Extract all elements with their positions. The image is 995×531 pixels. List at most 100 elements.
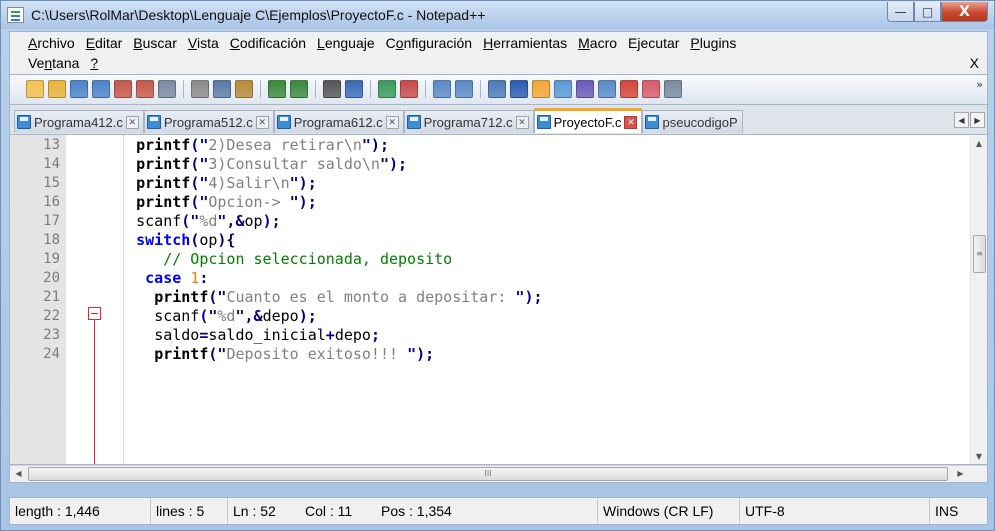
line-number: 24 bbox=[43, 346, 60, 362]
scroll-down-button[interactable]: ▼ bbox=[971, 448, 987, 464]
menu-bar: Archivo Editar Buscar Vista Codificación Leng… bbox=[9, 31, 988, 75]
tab-close-icon[interactable]: ✕ bbox=[255, 115, 269, 129]
tab-close-icon[interactable]: ✕ bbox=[515, 115, 529, 129]
tab-close-icon[interactable]: ✕ bbox=[385, 115, 399, 129]
tab-programa412-c[interactable]: Programa412.c ✕ bbox=[14, 110, 144, 133]
tab-scroll-left-button[interactable]: ◀ bbox=[954, 112, 969, 128]
menu-buscar[interactable]: Buscar bbox=[133, 35, 177, 51]
menu-help[interactable]: ? bbox=[90, 55, 98, 71]
maximize-button[interactable]: □ bbox=[914, 2, 941, 22]
menu-archivo[interactable]: Archivo bbox=[28, 35, 75, 51]
code-token: : bbox=[199, 269, 209, 287]
function-list-icon[interactable] bbox=[598, 80, 616, 98]
menu-codificación[interactable]: Codificación bbox=[230, 35, 306, 51]
horizontal-scrollbar[interactable]: ◀ III ▶ bbox=[9, 465, 988, 483]
close-all-icon[interactable] bbox=[136, 80, 154, 98]
tab-pseucodigop[interactable]: pseucodigoP bbox=[642, 110, 743, 133]
show-all-chars-icon[interactable] bbox=[510, 80, 528, 98]
print-icon[interactable] bbox=[158, 80, 176, 98]
code-token: depo bbox=[262, 307, 299, 325]
tab-programa712-c[interactable]: Programa712.c ✕ bbox=[403, 110, 534, 133]
save-icon[interactable] bbox=[70, 80, 88, 98]
vertical-scroll-thumb[interactable]: ≡ bbox=[973, 235, 986, 273]
close-document-button[interactable]: X bbox=[970, 55, 979, 71]
menu-macro[interactable]: Macro bbox=[578, 35, 617, 51]
eye-icon[interactable] bbox=[664, 80, 682, 98]
menu-lenguaje[interactable]: Lenguaje bbox=[317, 35, 375, 51]
horizontal-scroll-thumb[interactable]: III bbox=[28, 467, 948, 481]
tab-programa512-c[interactable]: Programa512.c ✕ bbox=[143, 110, 274, 133]
close-icon[interactable] bbox=[114, 80, 132, 98]
find-icon[interactable] bbox=[323, 80, 341, 98]
menu-ejecutar[interactable]: Ejecutar bbox=[628, 35, 679, 51]
new-file-icon[interactable] bbox=[26, 80, 44, 98]
tab-scroll-right-button[interactable]: ▶ bbox=[970, 112, 985, 128]
window-controls: — □ X bbox=[887, 2, 988, 22]
sync-h-icon[interactable] bbox=[455, 80, 473, 98]
status-column: Col : 11 bbox=[305, 503, 353, 519]
code-token: + bbox=[325, 326, 335, 344]
code-token: ( bbox=[190, 231, 200, 249]
code-token: "); bbox=[407, 345, 435, 363]
paste-icon[interactable] bbox=[235, 80, 253, 98]
menu-ventana[interactable]: Ventana bbox=[28, 55, 79, 71]
indent-guide-icon[interactable] bbox=[532, 80, 550, 98]
vertical-scrollbar[interactable]: ▲ ≡ ▼ bbox=[970, 135, 987, 464]
code-line: 21 printf("Cuanto es el monto a deposita… bbox=[10, 288, 970, 307]
scroll-up-button[interactable]: ▲ bbox=[971, 135, 987, 152]
tab-programa612-c[interactable]: Programa612.c ✕ bbox=[273, 110, 404, 133]
code-token: printf bbox=[136, 155, 191, 173]
menu-vista[interactable]: Vista bbox=[188, 35, 219, 51]
copy-icon[interactable] bbox=[213, 80, 231, 98]
udl-icon[interactable] bbox=[554, 80, 572, 98]
doc-map-icon[interactable] bbox=[576, 80, 594, 98]
word-wrap-icon[interactable] bbox=[488, 80, 506, 98]
notepadpp-app-icon[interactable] bbox=[7, 7, 24, 23]
zoom-out-icon[interactable] bbox=[400, 80, 418, 98]
file-saved-icon bbox=[536, 115, 551, 129]
menu-configuración[interactable]: Configuración bbox=[386, 35, 472, 51]
scroll-left-button[interactable]: ◀ bbox=[10, 466, 27, 482]
close-window-button[interactable]: X bbox=[941, 2, 988, 22]
folder-workspace-icon[interactable] bbox=[620, 80, 638, 98]
zoom-in-icon[interactable] bbox=[378, 80, 396, 98]
tab-proyectof-c[interactable]: ProyectoF.c ✕ bbox=[533, 108, 643, 133]
menu-editar[interactable]: Editar bbox=[86, 35, 123, 51]
save-all-icon[interactable] bbox=[92, 80, 110, 98]
sync-v-icon[interactable] bbox=[433, 80, 451, 98]
tab-close-icon[interactable]: ✕ bbox=[125, 115, 139, 129]
monitor-icon[interactable] bbox=[642, 80, 660, 98]
menu-plugins[interactable]: Plugins bbox=[690, 35, 736, 51]
minimize-button[interactable]: — bbox=[887, 2, 914, 22]
code-line: 20 case 1: bbox=[10, 269, 970, 288]
open-file-icon[interactable] bbox=[48, 80, 66, 98]
title-bar[interactable]: C:\Users\RolMar\Desktop\Lenguaje C\Ejemp… bbox=[1, 1, 994, 29]
code-text: printf("Deposito exitoso!!! "); bbox=[100, 345, 434, 364]
status-position: Pos : 1,354 bbox=[376, 498, 598, 524]
menu-herramientas[interactable]: Herramientas bbox=[483, 35, 567, 51]
status-line-number: Ln : 52 bbox=[233, 503, 276, 519]
toolbar-overflow-button[interactable]: » bbox=[976, 78, 983, 91]
code-line: 13 printf("2)Desea retirar\n"); bbox=[10, 136, 970, 155]
tab-close-icon[interactable]: ✕ bbox=[624, 115, 638, 129]
code-editor[interactable]: 13 printf("2)Desea retirar\n"); 14 printf… bbox=[9, 135, 988, 465]
code-token: "); bbox=[289, 174, 317, 192]
cut-icon[interactable] bbox=[191, 80, 209, 98]
code-line: 14 printf("3)Consultar saldo\n"); bbox=[10, 155, 970, 174]
redo-icon[interactable] bbox=[290, 80, 308, 98]
status-eol-format[interactable]: Windows (CR LF) bbox=[598, 498, 740, 524]
undo-icon[interactable] bbox=[268, 80, 286, 98]
code-token: Deposito exitoso!!! bbox=[226, 345, 408, 363]
code-token: printf bbox=[136, 174, 191, 192]
status-insert-mode[interactable]: INS bbox=[930, 498, 987, 524]
status-encoding[interactable]: UTF-8 bbox=[740, 498, 930, 524]
code-token: printf bbox=[136, 136, 191, 154]
line-number: 17 bbox=[43, 213, 60, 229]
replace-icon[interactable] bbox=[345, 80, 363, 98]
code-line: 16 printf("Opcion-> "); bbox=[10, 193, 970, 212]
scroll-right-button[interactable]: ▶ bbox=[952, 466, 969, 482]
